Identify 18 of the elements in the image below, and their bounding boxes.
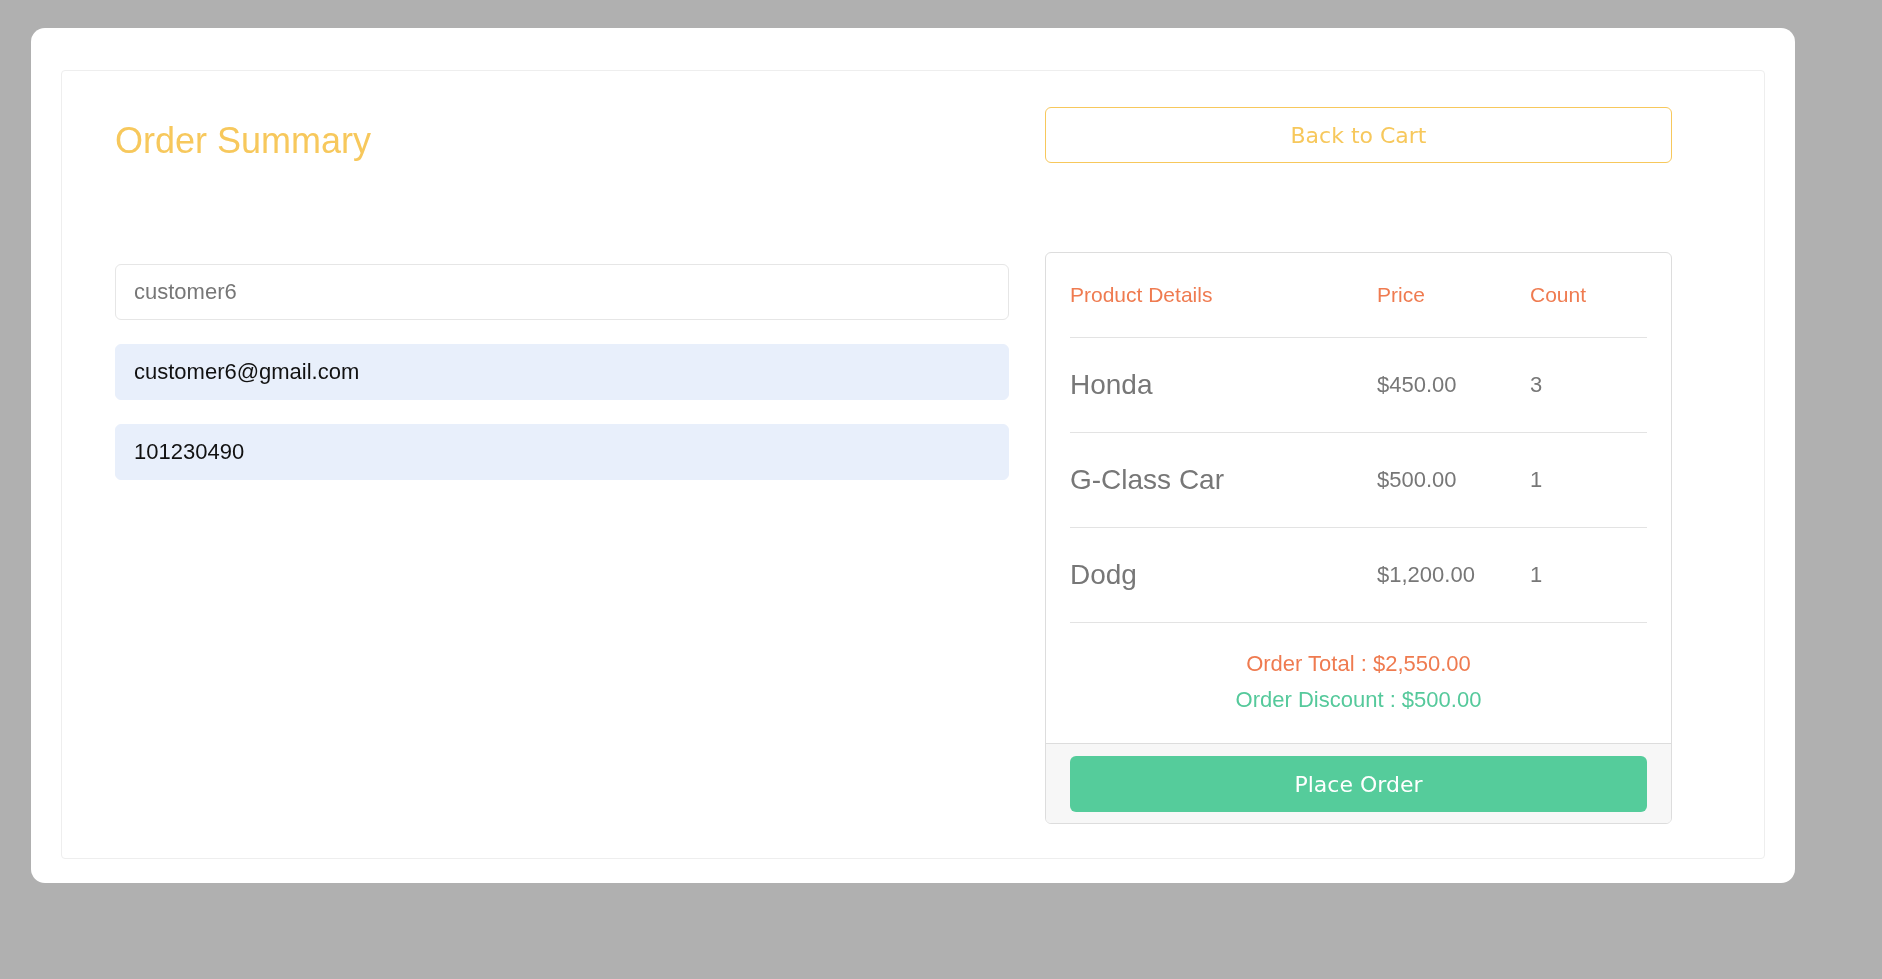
order-total: Order Total : $2,550.00 (1246, 651, 1471, 677)
column-header: Count (1530, 283, 1588, 307)
input-field[interactable]: customer6@gmail.com (115, 344, 1009, 400)
product-name: Honda (1070, 369, 1154, 401)
input-field[interactable]: 101230490 (115, 424, 1009, 480)
product-count: 1 (1530, 467, 1544, 493)
order-discount: Order Discount : $500.00 (1235, 687, 1482, 713)
product-name: Dodg (1070, 559, 1138, 591)
product-price: $500.00 (1377, 467, 1458, 493)
page-title: Order Summary (115, 119, 373, 163)
product-count: 1 (1530, 562, 1544, 588)
input-field[interactable]: customer6 (115, 264, 1009, 320)
product-name: G-Class Car (1070, 464, 1225, 496)
column-header: Price (1377, 283, 1426, 307)
product-price: $1,200.00 (1377, 562, 1476, 588)
column-header: Product Details (1070, 283, 1214, 307)
product-count: 3 (1530, 372, 1544, 398)
product-price: $450.00 (1377, 372, 1458, 398)
